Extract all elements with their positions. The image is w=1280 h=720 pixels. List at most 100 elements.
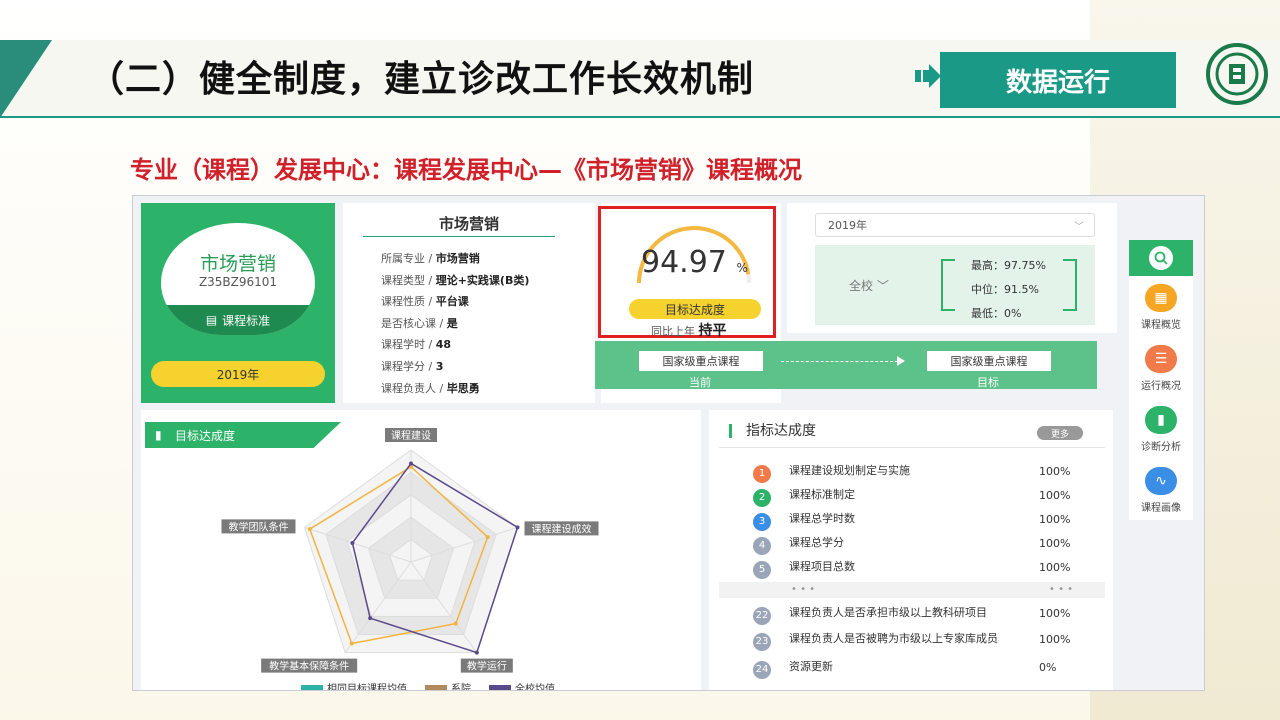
legend-swatch: [489, 685, 511, 690]
goal-level: 国家级重点课程: [927, 351, 1051, 371]
score-value: 94.97 %: [641, 245, 748, 280]
item-text: 资源更新: [789, 660, 833, 673]
list-item: 5 课程项目总数 100%: [729, 558, 1099, 582]
stat-median: 中位：91.5%: [971, 283, 1039, 296]
item-value: 100%: [1039, 465, 1071, 478]
current-level: 国家级重点课程: [639, 351, 763, 371]
svg-text:课程建设: 课程建设: [391, 429, 431, 442]
radar-axis-label: 教学团队条件: [221, 519, 296, 534]
year-select-value: 2019年: [828, 219, 867, 232]
item-text: 课程项目总数: [789, 560, 855, 573]
info-row: 课程类型 / 理论+实践课(B类): [381, 270, 529, 292]
course-name: 市场营销: [199, 253, 276, 275]
info-row: 课程学分 / 3: [381, 356, 529, 378]
nav-item[interactable]: ▮ 诊断分析: [1129, 402, 1193, 460]
radar-point: [350, 540, 355, 545]
list-item: 2 课程标准制定 100%: [729, 486, 1099, 510]
item-value: 0%: [1039, 661, 1057, 674]
school-logo-icon: [1206, 43, 1268, 105]
item-value: 100%: [1039, 513, 1071, 526]
info-key: 课程学时 /: [381, 338, 436, 352]
info-value: 市场营销: [435, 252, 480, 265]
info-key: 课程负责人 /: [381, 381, 447, 395]
info-row: 所属专业 / 市场营销: [381, 248, 529, 270]
scope-dropdown[interactable]: 全校 ﹀: [849, 277, 889, 294]
info-list: 所属专业 / 市场营销 课程类型 / 理论+实践课(B类) 课程性质 / 平台课 是否…: [381, 248, 529, 399]
course-code: Z35BZ96101: [198, 275, 278, 289]
item-text: 课程建设规划制定与实施: [789, 464, 910, 477]
item-number: 5: [753, 561, 771, 579]
stats-list: 最高：97.75% 中位：91.5% 最低：0%: [971, 254, 1046, 326]
legend-swatch: [425, 685, 447, 690]
item-value: 100%: [1039, 607, 1071, 620]
info-row: 课程负责人 / 毕思勇: [381, 378, 529, 400]
item-text: 课程标准制定: [789, 488, 855, 501]
radar-point: [515, 525, 520, 530]
chart-legend: 相同目标课程均值 系院 全校均值: [301, 680, 555, 690]
info-key: 课程性质 /: [381, 295, 436, 309]
legend-item: 相同目标课程均值: [301, 680, 407, 690]
indicator-card: 指标达成度 更多 1 课程建设规划制定与实施 100% 2 课程标准制定 100% 3 课程总…: [709, 410, 1113, 690]
chevron-down-icon: ﹀: [1074, 222, 1084, 233]
nav-item[interactable]: ☰ 运行概况: [1129, 341, 1193, 399]
course-standard-button[interactable]: ▤ 课程标准: [161, 305, 315, 335]
radar-chart: 课程建设课程建设成效教学运行 教学基本保障条件 教学团队条件: [221, 428, 599, 673]
ellipsis-row: • • • • • •: [719, 582, 1105, 598]
item-text: 课程总学时数: [789, 512, 855, 525]
radar-point: [368, 616, 373, 621]
info-value: 48: [435, 338, 452, 352]
nav-item[interactable]: ∿ 课程画像: [1129, 463, 1193, 521]
info-value: 是: [446, 316, 458, 330]
list-item: 3 课程总学时数 100%: [729, 510, 1099, 534]
svg-text:教学团队条件: 教学团队条件: [228, 520, 288, 533]
radar-axis-label: 课程建设成效: [524, 521, 599, 536]
list-item: 23 课程负责人是否被聘为市级以上专家库成员 100%: [729, 630, 1099, 654]
info-row: 是否核心课 / 是: [381, 313, 529, 335]
score-label: 目标达成度: [629, 299, 761, 319]
item-text: 课程负责人是否承担市级以上教科研项目: [789, 606, 987, 619]
radar-point: [453, 621, 458, 626]
info-key: 所属专业 /: [381, 252, 436, 265]
trend-icon: ∿: [1145, 467, 1177, 495]
divider: [363, 236, 555, 237]
document-icon: ▤: [205, 313, 218, 327]
radar-card: ▮ 目标达成度 课程建设 课程建设成效 教学运行 教学基本保障条件 教学团队条件 相同目…: [141, 410, 701, 690]
nav-item[interactable]: ▦ 课程概览: [1129, 280, 1193, 338]
year-button[interactable]: 2019年: [151, 361, 325, 387]
ellipsis-left: • • •: [791, 584, 816, 595]
nav-label: 课程概览: [1141, 320, 1181, 331]
list-item: 24 资源更新 0%: [729, 658, 1099, 682]
side-nav: ▦ 课程概览 ☰ 运行概况 ▮ 诊断分析 ∿ 课程画像: [1129, 240, 1193, 520]
nav-label: 运行概况: [1141, 381, 1181, 392]
info-value: 毕思勇: [446, 381, 480, 395]
more-button[interactable]: 更多: [1037, 426, 1083, 440]
item-text: 课程总学分: [789, 536, 844, 549]
radar-axis-label: 课程建设: [385, 428, 437, 442]
stat-min: 最低：0%: [971, 307, 1022, 320]
current-caption: 当前: [689, 376, 711, 389]
radar-axis-label: 教学基本保障条件: [261, 658, 358, 673]
item-value: 100%: [1039, 489, 1071, 502]
radar-axis-label: 教学运行: [460, 658, 513, 673]
item-value: 100%: [1039, 561, 1071, 574]
nav-label: 诊断分析: [1141, 442, 1181, 453]
list-item: 1 课程建设规划制定与实施 100%: [729, 462, 1099, 486]
radar-point: [474, 650, 479, 655]
svg-text:教学基本保障条件: 教学基本保障条件: [269, 660, 349, 673]
list-item: 4 课程总学分 100%: [729, 534, 1099, 558]
section-tag: 数据运行: [940, 52, 1176, 108]
divider: [719, 447, 1105, 448]
progress-arrow: [781, 361, 903, 362]
slide-subtitle: 专业（课程）发展中心：课程发展中心—《市场营销》课程概况: [130, 156, 802, 184]
info-value: 3: [435, 359, 444, 373]
info-value: 平台课: [435, 295, 469, 309]
dashboard-screenshot: 市场营销 Z35BZ96101 ▤ 课程标准 2019年 市场营销 所属专业 /…: [132, 195, 1205, 691]
year-select[interactable]: 2019年 ﹀: [815, 213, 1095, 237]
ellipsis-right: • • •: [1049, 584, 1074, 595]
course-info-card: 市场营销 所属专业 / 市场营销 课程类型 / 理论+实践课(B类) 课程性质 / …: [343, 203, 595, 403]
search-button[interactable]: [1129, 240, 1193, 276]
info-title: 市场营销: [438, 215, 499, 233]
list-item: 22 课程负责人是否承担市级以上教科研项目 100%: [729, 604, 1099, 628]
indicator-title: 指标达成度: [729, 424, 816, 438]
item-value: 100%: [1039, 537, 1071, 550]
